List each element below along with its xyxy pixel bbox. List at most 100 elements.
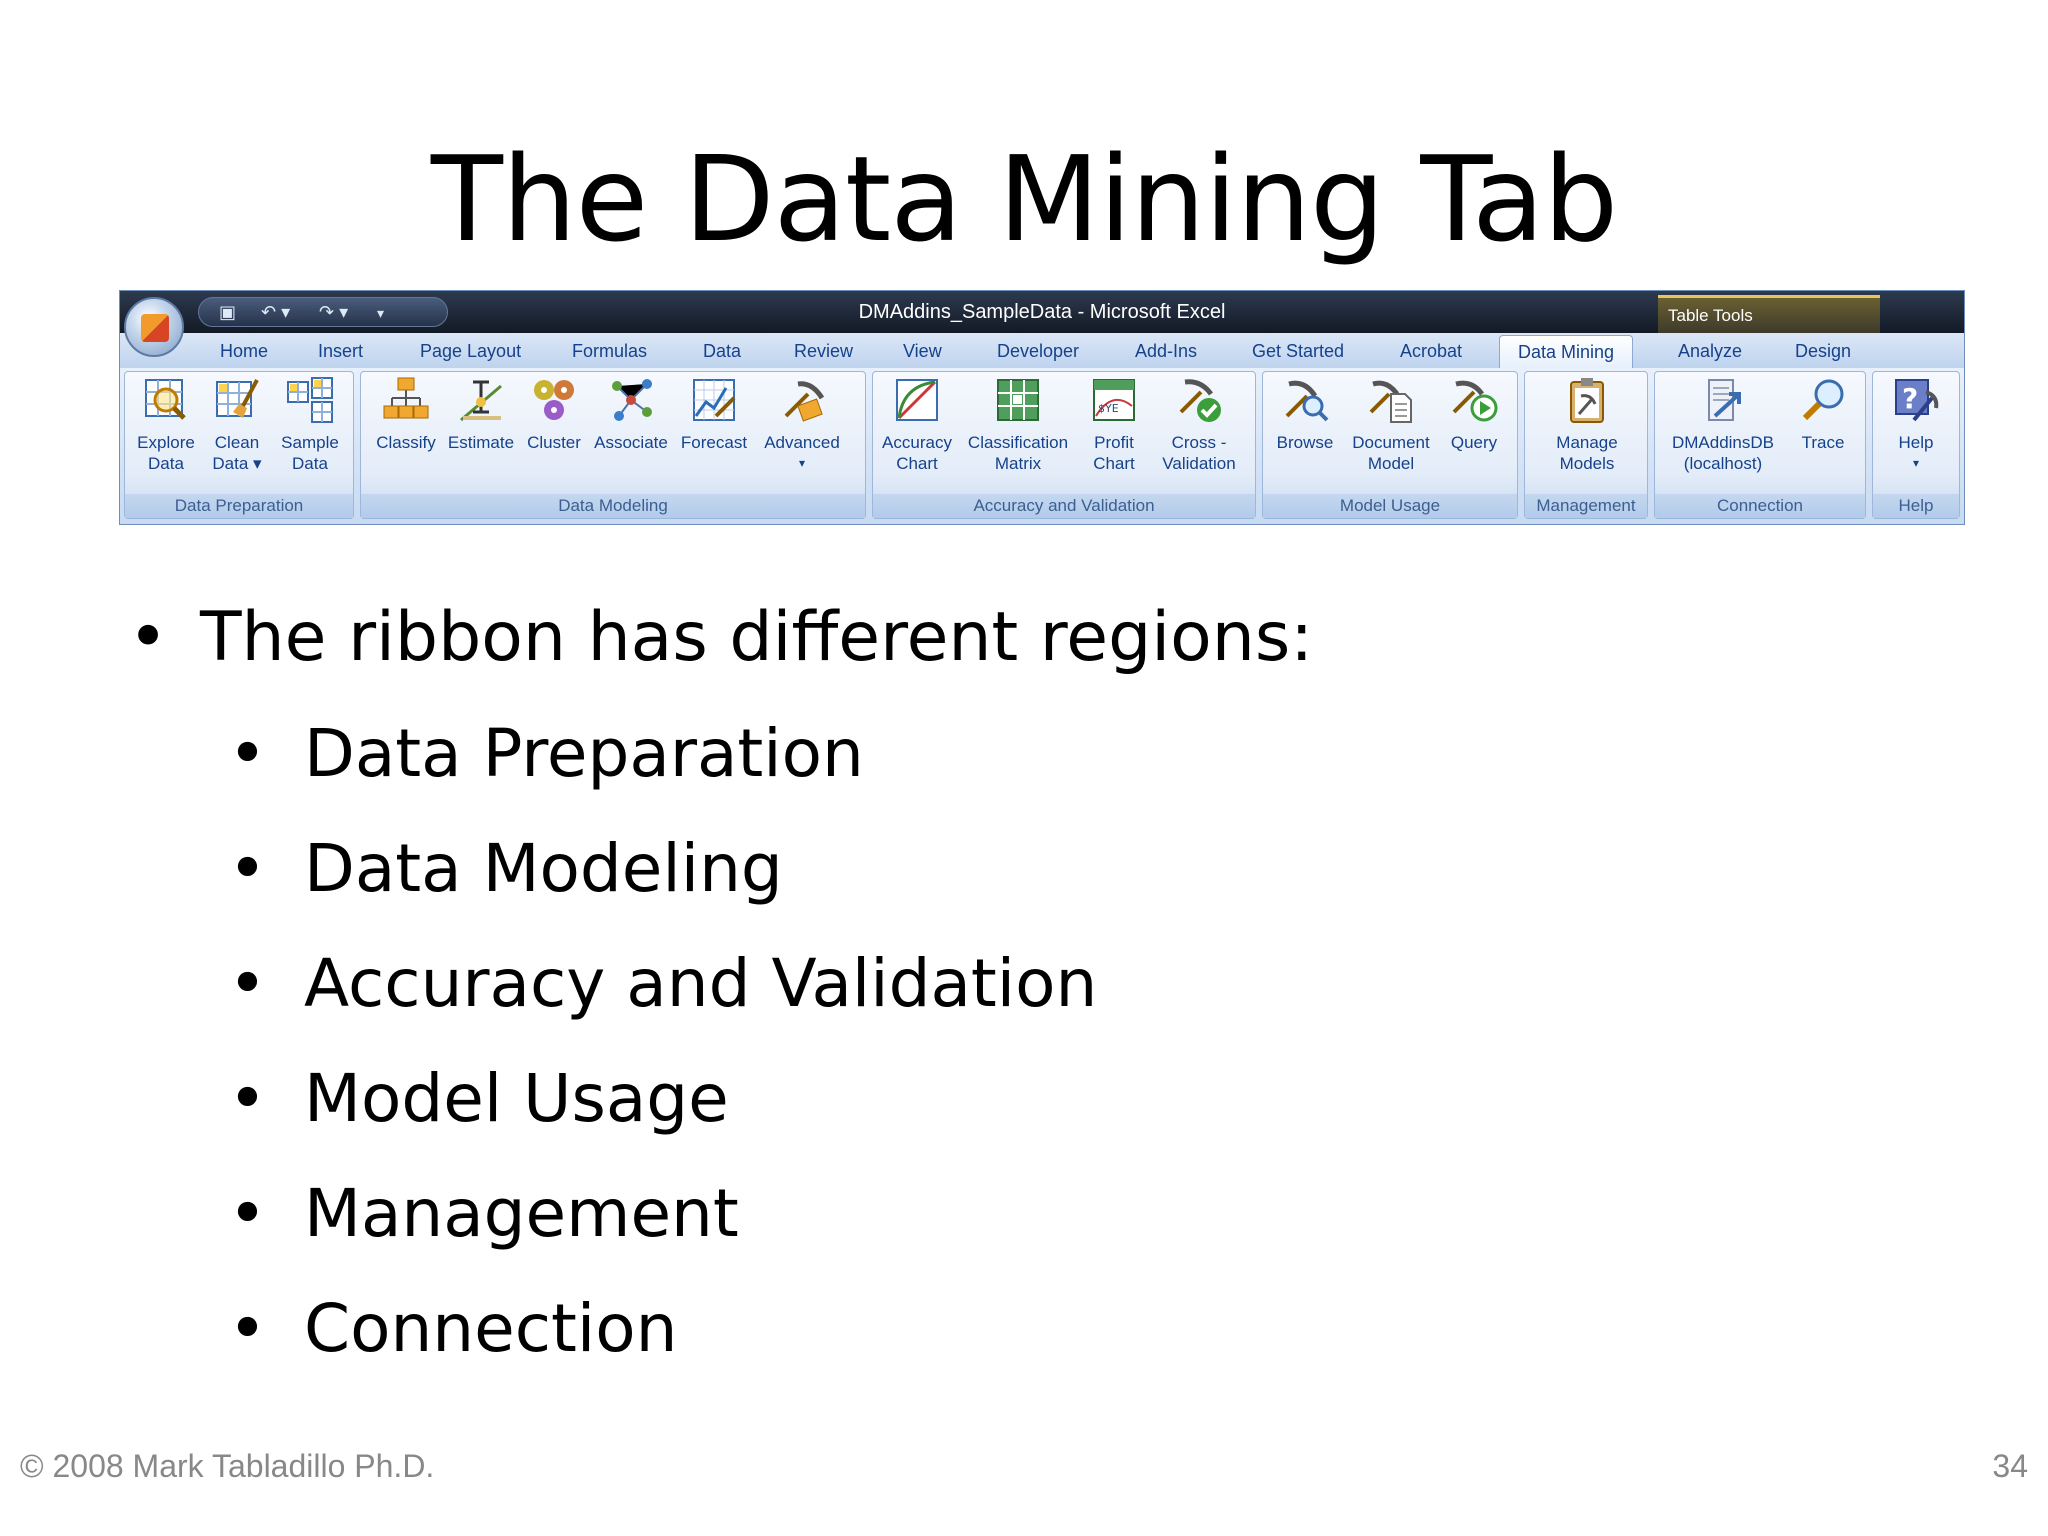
profit-chart-icon: $YE [1090,376,1138,424]
bullet-sub-text: Data Modeling [304,830,783,907]
excel-ribbon-screenshot: ▣ ↶ ▾ ↷ ▾ ▾ DMAddins_SampleData - Micros… [119,290,1965,525]
group-accuracy-validation: Accuracy Chart Classification Matrix $YE… [872,371,1256,519]
tab-review[interactable]: Review [794,341,853,362]
trace-label: Trace [1801,433,1845,452]
pickaxe-document-icon [1367,376,1415,424]
slide-title: The Data Mining Tab [430,130,1618,268]
sample-grid-icon [286,376,334,424]
forecast-label: Forecast [680,433,748,452]
cross-validation-button[interactable]: Cross - Validation [1151,376,1247,474]
advanced-label: Advanced [764,433,840,452]
matrix-grid-icon [994,376,1042,424]
forecast-chart-icon [690,376,738,424]
accuracy-chart-label-1: Accuracy [882,433,952,452]
advanced-pickaxe-icon [778,376,826,424]
office-logo-icon [141,314,169,342]
accuracy-chart-button[interactable]: Accuracy Chart [879,376,955,474]
cluster-button[interactable]: Cluster [521,376,587,453]
connection-label-1: DMAddinsDB [1671,433,1775,452]
cross-validation-label-2: Validation [1162,454,1236,473]
tab-data-mining[interactable]: Data Mining [1499,335,1634,371]
manage-models-label-2: Models [1559,454,1615,473]
sample-data-button[interactable]: Sample Data [273,376,347,474]
trace-magnifier-icon [1799,376,1847,424]
group-label-help: Help [1873,494,1959,518]
help-button[interactable]: ? Help ▾ [1881,376,1951,474]
bullet-sub-text: Data Preparation [304,715,864,792]
clean-data-label-1: Clean [214,433,260,452]
profit-chart-label-1: Profit [1094,433,1134,452]
classification-matrix-label-1: Classification [967,433,1069,452]
pickaxe-check-icon [1175,376,1223,424]
tab-formulas[interactable]: Formulas [572,341,647,362]
estimate-label: Estimate [447,433,515,452]
bullet-sub-text: Management [304,1175,739,1252]
classify-tree-icon [382,376,430,424]
clean-data-button[interactable]: Clean Data ▾ [205,376,269,474]
connection-dmaddinsdb-button[interactable]: DMAddinsDB (localhost) [1661,376,1785,474]
browse-button[interactable]: Browse [1269,376,1341,453]
magnifier-grid-icon [142,376,190,424]
tab-get-started[interactable]: Get Started [1252,341,1344,362]
ribbon-body: Explore Data Clean Data ▾ Sample Data Da… [120,368,1964,524]
ribbon-tabs: Home Insert Page Layout Formulas Data Re… [120,333,1964,371]
explore-data-button[interactable]: Explore Data [131,376,201,474]
tab-acrobat[interactable]: Acrobat [1400,341,1462,362]
classification-matrix-button[interactable]: Classification Matrix [959,376,1077,474]
group-data-modeling: Classify Estimate Cluster Associate Fore… [360,371,866,519]
group-data-preparation: Explore Data Clean Data ▾ Sample Data Da… [124,371,354,519]
tab-page-layout[interactable]: Page Layout [420,341,521,362]
group-connection: DMAddinsDB (localhost) Trace Connection [1654,371,1866,519]
estimate-icon [457,376,505,424]
associate-button[interactable]: Associate [589,376,673,453]
bullet-sub-text: Accuracy and Validation [304,945,1098,1022]
tab-add-ins[interactable]: Add-Ins [1135,341,1197,362]
trace-button[interactable]: Trace [1791,376,1855,453]
group-management: Manage Models Management [1524,371,1648,519]
group-help: ? Help ▾ Help [1872,371,1960,519]
bullet-main-text: The ribbon has different regions: [200,598,1314,677]
group-label-data-preparation: Data Preparation [125,494,353,518]
help-dropdown-icon[interactable]: ▾ [1881,453,1951,474]
bullet-sub-text: Model Usage [304,1060,729,1137]
group-label-management: Management [1525,494,1647,518]
help-question-icon: ? [1892,376,1940,424]
advanced-dropdown-icon[interactable]: ▾ [755,453,849,474]
tab-analyze[interactable]: Analyze [1678,341,1742,362]
profit-chart-button[interactable]: $YE Profit Chart [1081,376,1147,474]
manage-models-label-1: Manage [1556,433,1618,452]
group-label-accuracy-validation: Accuracy and Validation [873,494,1255,518]
tab-insert[interactable]: Insert [318,341,363,362]
query-button[interactable]: Query [1439,376,1509,453]
tab-view[interactable]: View [903,341,942,362]
copyright-footer: © 2008 Mark Tabladillo Ph.D. [20,1448,435,1484]
forecast-button[interactable]: Forecast [675,376,753,453]
svg-text:?: ? [1902,382,1918,415]
pickaxe-play-icon [1450,376,1498,424]
clipboard-pickaxe-icon [1563,376,1611,424]
classification-matrix-label-2: Matrix [994,454,1042,473]
clean-data-label-2: Data ▾ [212,454,262,473]
table-tools-context-label: Table Tools [1658,295,1880,333]
tab-design[interactable]: Design [1795,341,1851,362]
group-label-model-usage: Model Usage [1263,494,1517,518]
sample-data-label-2: Data [292,454,328,473]
group-label-connection: Connection [1655,494,1865,518]
manage-models-button[interactable]: Manage Models [1537,376,1637,474]
help-label: Help [1898,433,1934,452]
estimate-button[interactable]: Estimate [443,376,519,453]
document-model-label-1: Document [1352,433,1430,452]
explore-data-label-2: Data [148,454,184,473]
advanced-button[interactable]: Advanced ▾ [755,376,849,474]
tab-home[interactable]: Home [220,341,268,362]
document-model-button[interactable]: Document Model [1343,376,1439,474]
tab-data[interactable]: Data [703,341,741,362]
tab-developer[interactable]: Developer [997,341,1079,362]
classify-button[interactable]: Classify [367,376,445,453]
svg-text:$YE: $YE [1098,402,1119,415]
office-button[interactable] [124,297,184,357]
accuracy-chart-label-2: Chart [896,454,938,473]
clean-brush-icon [213,376,261,424]
query-label: Query [1450,433,1498,452]
page-number: 34 [1992,1448,2028,1484]
